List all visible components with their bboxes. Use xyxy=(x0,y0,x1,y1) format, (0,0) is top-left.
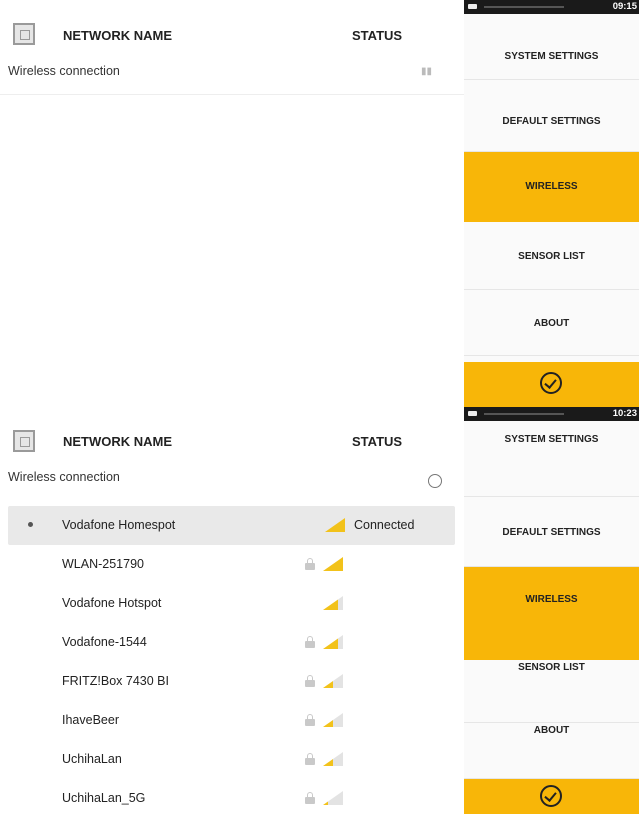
lock-icon xyxy=(305,792,315,804)
network-ssid: Vodafone Homespot xyxy=(62,518,176,532)
wireless-connection-label: Wireless connection xyxy=(8,470,120,484)
network-list: Vodafone Homespot Connected WLAN-251790 Vod… xyxy=(0,506,464,818)
wifi-signal-icon xyxy=(323,713,343,727)
lock-icon xyxy=(305,753,315,765)
network-row[interactable]: UchihaLan_5G xyxy=(0,779,464,818)
divider xyxy=(0,94,464,95)
network-ssid: UchihaLan xyxy=(62,752,122,766)
column-status: STATUS xyxy=(352,28,403,43)
menu-sensor-list[interactable]: SENSOR LIST xyxy=(464,660,639,723)
menu-sensor-list[interactable]: SENSOR LIST xyxy=(464,222,639,290)
battery-icon xyxy=(468,411,477,416)
network-row[interactable]: UchihaLan xyxy=(0,740,464,779)
network-list-pane: NETWORK NAME STATUS Wireless connection … xyxy=(0,0,464,407)
status-bar-time: 09:15 xyxy=(612,1,637,12)
network-ssid: WLAN-251790 xyxy=(62,557,144,571)
network-ssid: Vodafone-1544 xyxy=(62,635,147,649)
network-row[interactable]: Vodafone-1544 xyxy=(0,623,464,662)
menu-wireless[interactable]: WIRELESS xyxy=(464,567,639,660)
menu-about[interactable]: ABOUT xyxy=(464,290,639,356)
menu-system-settings[interactable]: SYSTEM SETTINGS xyxy=(464,14,639,80)
column-network-name: NETWORK NAME xyxy=(63,28,173,43)
screen-1: NETWORK NAME STATUS Wireless connection … xyxy=(0,0,639,407)
wireless-connection-label[interactable]: Wireless connection xyxy=(8,64,120,78)
network-ssid: Vodafone Hotspot xyxy=(62,596,162,610)
wifi-signal-icon xyxy=(323,752,343,766)
menu-about[interactable]: ABOUT xyxy=(464,723,639,779)
status-bar: 09:15 xyxy=(464,0,639,14)
wifi-signal-icon xyxy=(325,518,345,532)
battery-icon xyxy=(468,4,477,9)
network-ssid: UchihaLan_5G xyxy=(62,791,146,805)
refresh-icon[interactable] xyxy=(428,474,442,488)
column-status: STATUS xyxy=(352,434,403,449)
lock-icon xyxy=(305,714,315,726)
confirm-button[interactable] xyxy=(464,362,639,407)
confirm-button[interactable] xyxy=(464,779,639,814)
network-list-pane: NETWORK NAME STATUS Wireless connection … xyxy=(0,407,464,814)
wifi-signal-icon xyxy=(323,674,343,688)
list-header: NETWORK NAME STATUS xyxy=(0,407,464,452)
menu-wireless[interactable]: WIRELESS xyxy=(464,152,639,222)
app-icon[interactable] xyxy=(13,23,35,45)
wifi-signal-icon xyxy=(323,557,343,571)
network-row[interactable]: Vodafone Homespot Connected xyxy=(8,506,455,545)
toggle-indicator-icon[interactable]: ▮▮ xyxy=(421,66,432,77)
network-row[interactable]: FRITZ!Box 7430 BI xyxy=(0,662,464,701)
settings-menu: 10:23 SYSTEM SETTINGS DEFAULT SETTINGS W… xyxy=(464,407,639,814)
list-header: NETWORK NAME STATUS xyxy=(0,0,464,45)
status-bar-indicators xyxy=(484,413,564,415)
menu-system-settings[interactable]: SYSTEM SETTINGS xyxy=(464,421,639,497)
checkmark-icon xyxy=(540,372,562,394)
status-bar: 10:23 xyxy=(464,407,639,421)
status-bar-time: 10:23 xyxy=(612,408,637,419)
wifi-signal-icon xyxy=(323,791,343,805)
selected-indicator-icon xyxy=(28,522,33,527)
wifi-signal-icon xyxy=(323,635,343,649)
network-row[interactable]: WLAN-251790 xyxy=(0,545,464,584)
connection-status: Connected xyxy=(354,518,415,532)
settings-menu: 09:15 SYSTEM SETTINGS DEFAULT SETTINGS W… xyxy=(464,0,639,407)
app-icon[interactable] xyxy=(13,430,35,452)
network-ssid: IhaveBeer xyxy=(62,713,119,727)
screen-2: NETWORK NAME STATUS Wireless connection … xyxy=(0,407,639,814)
checkmark-icon xyxy=(540,785,562,807)
menu-default-settings[interactable]: DEFAULT SETTINGS xyxy=(464,80,639,152)
menu-default-settings[interactable]: DEFAULT SETTINGS xyxy=(464,497,639,567)
column-network-name: NETWORK NAME xyxy=(63,434,173,449)
lock-icon xyxy=(305,636,315,648)
network-row[interactable]: Vodafone Hotspot xyxy=(0,584,464,623)
lock-icon xyxy=(305,675,315,687)
lock-icon xyxy=(305,558,315,570)
network-row[interactable]: IhaveBeer xyxy=(0,701,464,740)
network-ssid: FRITZ!Box 7430 BI xyxy=(62,674,169,688)
status-bar-indicators xyxy=(484,6,564,8)
wifi-signal-icon xyxy=(323,596,343,610)
